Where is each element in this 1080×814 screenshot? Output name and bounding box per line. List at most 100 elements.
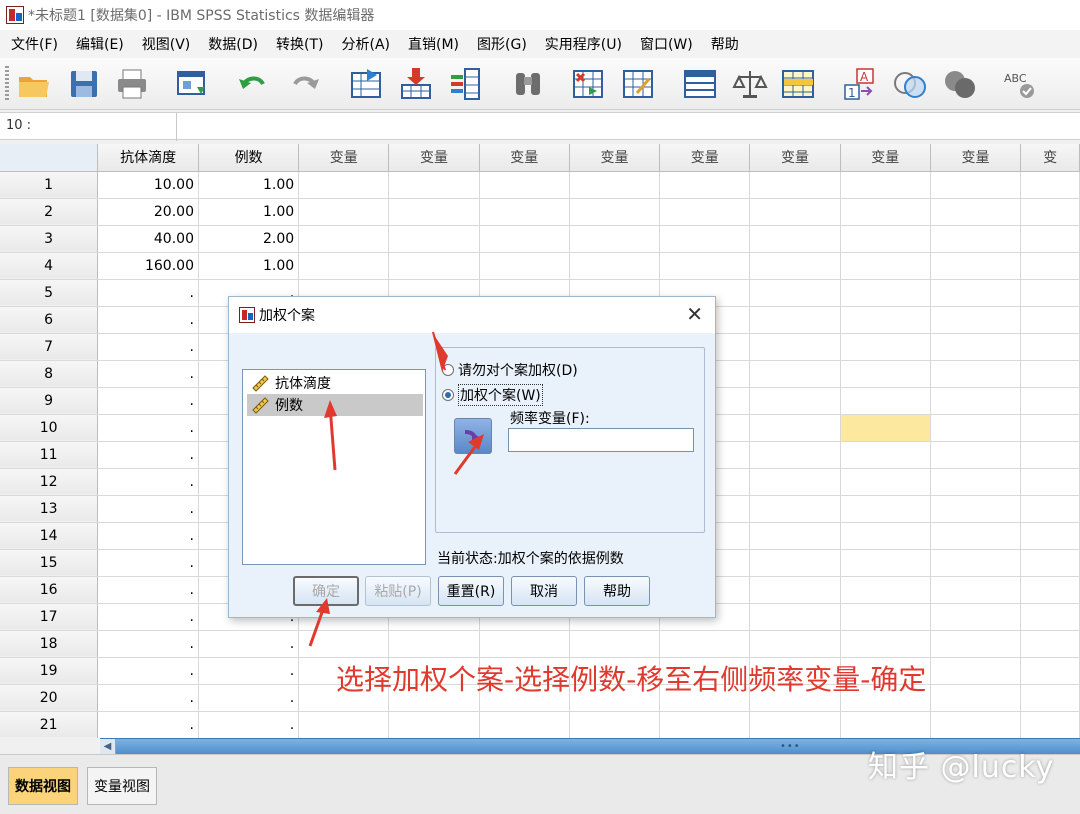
frequency-variable-field[interactable]: [508, 428, 694, 452]
table-cell[interactable]: [1020, 441, 1080, 469]
table-cell[interactable]: [659, 711, 751, 738]
table-cell[interactable]: 2.00: [198, 225, 300, 253]
table-cell[interactable]: 1.00: [198, 198, 300, 226]
menu-file[interactable]: 文件(F): [6, 34, 63, 54]
table-cell[interactable]: [930, 576, 1022, 604]
table-cell[interactable]: .: [97, 279, 199, 307]
help-button[interactable]: 帮助: [584, 576, 650, 606]
open-folder-icon[interactable]: [14, 64, 54, 104]
column-header[interactable]: 例数: [198, 144, 300, 172]
table-cell[interactable]: [840, 576, 931, 604]
weight-cases-icon[interactable]: [730, 64, 770, 104]
table-cell[interactable]: [388, 711, 480, 738]
menu-analyze[interactable]: 分析(A): [336, 34, 395, 54]
table-cell[interactable]: [930, 495, 1022, 523]
table-cell[interactable]: [569, 198, 661, 226]
table-cell[interactable]: [1020, 603, 1080, 631]
ok-button[interactable]: 确定: [293, 576, 359, 606]
table-cell[interactable]: [749, 468, 841, 496]
table-cell[interactable]: .: [97, 414, 199, 442]
table-cell[interactable]: .: [97, 684, 199, 712]
table-cell[interactable]: [659, 225, 751, 253]
split-file-icon[interactable]: [680, 64, 720, 104]
table-cell[interactable]: [1020, 630, 1080, 658]
table-cell[interactable]: [1020, 387, 1080, 415]
table-cell[interactable]: [930, 468, 1022, 496]
table-cell[interactable]: [840, 441, 931, 469]
table-cell[interactable]: [298, 630, 390, 658]
row-header[interactable]: 17: [0, 603, 99, 631]
select-cases-icon[interactable]: [778, 64, 818, 104]
table-cell[interactable]: [569, 630, 661, 658]
table-cell[interactable]: [749, 522, 841, 550]
table-cell[interactable]: [749, 279, 841, 307]
table-cell[interactable]: [840, 225, 931, 253]
paste-button[interactable]: 粘贴(P): [365, 576, 431, 606]
scroll-grip[interactable]: •••: [780, 741, 801, 752]
table-cell[interactable]: [930, 225, 1022, 253]
column-header[interactable]: 变: [1020, 144, 1080, 172]
row-header[interactable]: 15: [0, 549, 99, 577]
table-cell[interactable]: [930, 171, 1022, 199]
table-cell[interactable]: [840, 306, 931, 334]
table-cell[interactable]: [1020, 657, 1080, 685]
table-cell[interactable]: [479, 630, 570, 658]
table-cell[interactable]: [1020, 252, 1080, 280]
table-cell[interactable]: [1020, 414, 1080, 442]
table-cell[interactable]: [930, 630, 1022, 658]
table-cell[interactable]: .: [97, 387, 199, 415]
row-header[interactable]: 12: [0, 468, 99, 496]
table-cell[interactable]: [749, 171, 841, 199]
cancel-button[interactable]: 取消: [511, 576, 577, 606]
table-cell[interactable]: [840, 333, 931, 361]
row-header[interactable]: 16: [0, 576, 99, 604]
table-cell[interactable]: [749, 711, 841, 738]
move-variable-button[interactable]: [454, 418, 492, 454]
table-cell[interactable]: [388, 171, 480, 199]
table-cell[interactable]: 10.00: [97, 171, 199, 199]
row-header[interactable]: 14: [0, 522, 99, 550]
table-cell[interactable]: [388, 198, 480, 226]
reset-button[interactable]: 重置(R): [438, 576, 504, 606]
table-cell[interactable]: .: [97, 657, 199, 685]
tab-data-view[interactable]: 数据视图: [8, 767, 78, 805]
table-cell[interactable]: [1020, 279, 1080, 307]
table-cell[interactable]: [1020, 225, 1080, 253]
table-cell[interactable]: 40.00: [97, 225, 199, 253]
dialog-titlebar[interactable]: 加权个案 ✕: [229, 297, 715, 333]
table-cell[interactable]: [840, 252, 931, 280]
table-cell[interactable]: [1020, 522, 1080, 550]
table-cell[interactable]: [1020, 198, 1080, 226]
table-cell[interactable]: .: [198, 684, 300, 712]
row-header[interactable]: 6: [0, 306, 99, 334]
table-cell[interactable]: [749, 333, 841, 361]
table-cell[interactable]: .: [97, 333, 199, 361]
table-cell[interactable]: .: [198, 657, 300, 685]
column-header[interactable]: 变量: [569, 144, 661, 172]
table-cell[interactable]: [840, 387, 931, 415]
row-header[interactable]: 18: [0, 630, 99, 658]
table-cell[interactable]: .: [97, 549, 199, 577]
table-cell[interactable]: [930, 684, 1022, 712]
table-cell[interactable]: .: [97, 306, 199, 334]
radio-button[interactable]: [442, 364, 454, 376]
table-cell[interactable]: [840, 279, 931, 307]
table-cell[interactable]: [930, 198, 1022, 226]
table-cell[interactable]: [840, 360, 931, 388]
table-cell[interactable]: 160.00: [97, 252, 199, 280]
table-cell[interactable]: [479, 252, 570, 280]
spell-check-icon[interactable]: ABC: [1000, 64, 1040, 104]
row-header[interactable]: 8: [0, 360, 99, 388]
table-cell[interactable]: [930, 333, 1022, 361]
radio-do-not-weight[interactable]: 请勿对个案加权(D): [442, 360, 578, 380]
table-cell[interactable]: [930, 306, 1022, 334]
table-cell[interactable]: [569, 711, 661, 738]
table-cell[interactable]: [1020, 333, 1080, 361]
table-cell[interactable]: .: [97, 711, 199, 738]
table-cell[interactable]: [749, 549, 841, 577]
table-cell[interactable]: [1020, 468, 1080, 496]
table-cell[interactable]: [930, 387, 1022, 415]
table-cell[interactable]: [840, 495, 931, 523]
variables-icon[interactable]: [446, 64, 486, 104]
menu-direct-marketing[interactable]: 直销(M): [403, 34, 464, 54]
